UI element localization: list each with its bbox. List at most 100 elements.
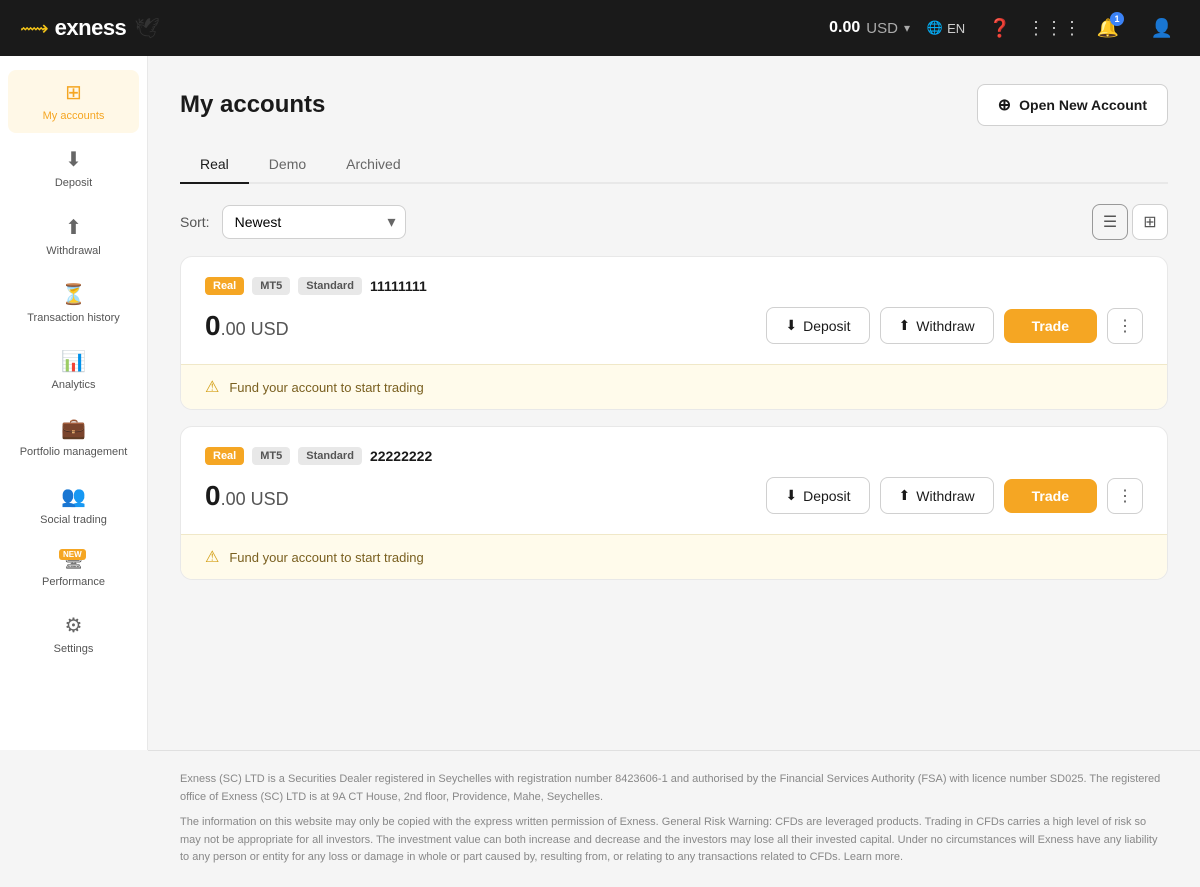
account-number-1: 11111111	[370, 278, 427, 294]
logo-text: exness	[55, 15, 127, 41]
apps-grid-icon: ⋮⋮⋮	[1027, 18, 1081, 39]
account-actions-row-2: 0.00 USD ⬇ Deposit ⬆ Withdraw Trade	[205, 477, 1143, 514]
new-badge: NEW	[59, 549, 86, 560]
deposit-icon: ⬇	[65, 147, 82, 172]
sort-select[interactable]: Newest Oldest Balance (High to Low) Bala…	[222, 205, 406, 239]
portfolio-icon: 💼	[61, 416, 86, 441]
app-layout: ⊞ My accounts ⬇ Deposit ⬆ Withdrawal ⏳ T…	[0, 56, 1200, 750]
performance-icon-wrap: 🖥 NEW	[63, 551, 83, 571]
more-options-button-1[interactable]: ⋮	[1107, 308, 1143, 344]
sidebar-item-transaction-history[interactable]: ⏳ Transaction history	[8, 272, 139, 335]
notifications-button[interactable]: 🔔 1	[1090, 10, 1126, 46]
help-button[interactable]: ❓	[982, 10, 1018, 46]
sidebar-item-label: Portfolio management	[20, 445, 128, 459]
account-card-2: Real MT5 Standard 22222222 0.00 USD ⬇ De…	[180, 426, 1168, 580]
sidebar-item-performance[interactable]: 🖥 NEW Performance	[8, 541, 139, 599]
more-icon-1: ⋮	[1117, 316, 1133, 336]
sidebar-item-label: My accounts	[43, 109, 105, 123]
more-options-button-2[interactable]: ⋮	[1107, 478, 1143, 514]
language-button[interactable]: 🌐 EN	[928, 10, 964, 46]
notification-badge: 1	[1110, 12, 1124, 26]
sidebar-item-label: Withdrawal	[46, 244, 100, 258]
tab-demo[interactable]: Demo	[249, 146, 326, 184]
footer-line2: The information on this website may only…	[180, 814, 1168, 867]
warning-icon-2: ⚠	[205, 547, 219, 567]
balance-whole-2: 0	[205, 480, 221, 511]
withdraw-button-1[interactable]: ⬆ Withdraw	[880, 307, 994, 344]
open-new-account-button[interactable]: ⊕ Open New Account	[977, 84, 1168, 126]
tab-archived[interactable]: Archived	[326, 146, 420, 184]
fund-notice-1: ⚠ Fund your account to start trading	[181, 364, 1167, 409]
account-actions-1: ⬇ Deposit ⬆ Withdraw Trade ⋮	[766, 307, 1143, 344]
user-icon: 👤	[1151, 18, 1173, 39]
grid-view-button[interactable]: ⊞	[1132, 204, 1168, 240]
tab-real[interactable]: Real	[180, 146, 249, 184]
withdraw-label-2: Withdraw	[916, 488, 974, 504]
sidebar-item-settings[interactable]: ⚙ Settings	[8, 603, 139, 666]
trade-label-2: Trade	[1032, 488, 1069, 504]
sidebar-item-label: Settings	[54, 642, 94, 656]
sidebar-item-social-trading[interactable]: 👥 Social trading	[8, 474, 139, 537]
account-card-inner-2: Real MT5 Standard 22222222 0.00 USD ⬇ De…	[181, 427, 1167, 534]
fund-notice-text-1: Fund your account to start trading	[229, 380, 423, 395]
list-view-button[interactable]: ☰	[1092, 204, 1128, 240]
sidebar-item-withdrawal[interactable]: ⬆ Withdrawal	[8, 205, 139, 268]
footer-line1: Exness (SC) LTD is a Securities Dealer r…	[180, 771, 1168, 806]
nav-right-area: 0.00 USD ▾ 🌐 EN ❓ ⋮⋮⋮ 🔔 1 👤	[829, 10, 1180, 46]
deposit-label-2: Deposit	[803, 488, 850, 504]
deposit-label-1: Deposit	[803, 318, 850, 334]
sidebar-item-my-accounts[interactable]: ⊞ My accounts	[8, 70, 139, 133]
mt5-badge-2: MT5	[252, 447, 290, 465]
sidebar-item-label: Deposit	[55, 176, 92, 190]
withdraw-button-2[interactable]: ⬆ Withdraw	[880, 477, 994, 514]
standard-badge-1: Standard	[298, 277, 362, 295]
account-number-2: 22222222	[370, 448, 432, 464]
trade-button-1[interactable]: Trade	[1004, 309, 1097, 343]
sidebar-item-label: Analytics	[51, 378, 95, 392]
analytics-icon: 📊	[61, 349, 86, 374]
settings-icon: ⚙	[65, 613, 83, 638]
sidebar: ⊞ My accounts ⬇ Deposit ⬆ Withdrawal ⏳ T…	[0, 56, 148, 750]
account-header-2: Real MT5 Standard 22222222	[205, 447, 1143, 465]
fund-notice-text-2: Fund your account to start trading	[229, 550, 423, 565]
transaction-history-icon: ⏳	[61, 282, 86, 307]
account-card-inner-1: Real MT5 Standard 11111111 0.00 USD ⬇ De…	[181, 257, 1167, 364]
trade-button-2[interactable]: Trade	[1004, 479, 1097, 513]
sidebar-item-label: Performance	[42, 575, 105, 589]
list-view-icon: ☰	[1103, 212, 1117, 232]
deposit-button-2[interactable]: ⬇ Deposit	[766, 477, 869, 514]
footer: Exness (SC) LTD is a Securities Dealer r…	[148, 750, 1200, 887]
balance-display[interactable]: 0.00 USD ▾	[829, 19, 910, 37]
account-header-1: Real MT5 Standard 11111111	[205, 277, 1143, 295]
main-content: My accounts ⊕ Open New Account Real Demo…	[148, 56, 1200, 750]
open-account-label: Open New Account	[1019, 97, 1147, 113]
fund-notice-2: ⚠ Fund your account to start trading	[181, 534, 1167, 579]
sidebar-item-analytics[interactable]: 📊 Analytics	[8, 339, 139, 402]
sidebar-item-deposit[interactable]: ⬇ Deposit	[8, 137, 139, 200]
top-navigation: ⟿ exness 🕊 0.00 USD ▾ 🌐 EN ❓ ⋮⋮⋮ 🔔 1 👤	[0, 0, 1200, 56]
account-balance-2: 0.00 USD	[205, 480, 289, 512]
grid-view-icon: ⊞	[1143, 212, 1156, 232]
withdraw-icon-2: ⬆	[899, 487, 911, 504]
account-card-1: Real MT5 Standard 11111111 0.00 USD ⬇ De…	[180, 256, 1168, 410]
sort-area: Sort: Newest Oldest Balance (High to Low…	[180, 205, 406, 239]
deposit-button-1[interactable]: ⬇ Deposit	[766, 307, 869, 344]
sidebar-item-label: Social trading	[40, 513, 107, 527]
accounts-icon: ⊞	[65, 80, 82, 105]
trade-label-1: Trade	[1032, 318, 1069, 334]
balance-whole-1: 0	[205, 310, 221, 341]
profile-button[interactable]: 👤	[1144, 10, 1180, 46]
deposit-icon-1: ⬇	[785, 317, 797, 334]
sidebar-item-portfolio-management[interactable]: 💼 Portfolio management	[8, 406, 139, 469]
standard-badge-2: Standard	[298, 447, 362, 465]
apps-button[interactable]: ⋮⋮⋮	[1036, 10, 1072, 46]
language-label: EN	[947, 21, 965, 36]
withdraw-icon-1: ⬆	[899, 317, 911, 334]
real-badge-1: Real	[205, 277, 244, 295]
deposit-icon-2: ⬇	[785, 487, 797, 504]
balance-decimal-2: .00 USD	[221, 489, 289, 509]
mt5-badge-1: MT5	[252, 277, 290, 295]
balance-amount: 0.00	[829, 19, 860, 37]
globe-icon: 🌐	[927, 20, 943, 36]
account-actions-2: ⬇ Deposit ⬆ Withdraw Trade ⋮	[766, 477, 1143, 514]
